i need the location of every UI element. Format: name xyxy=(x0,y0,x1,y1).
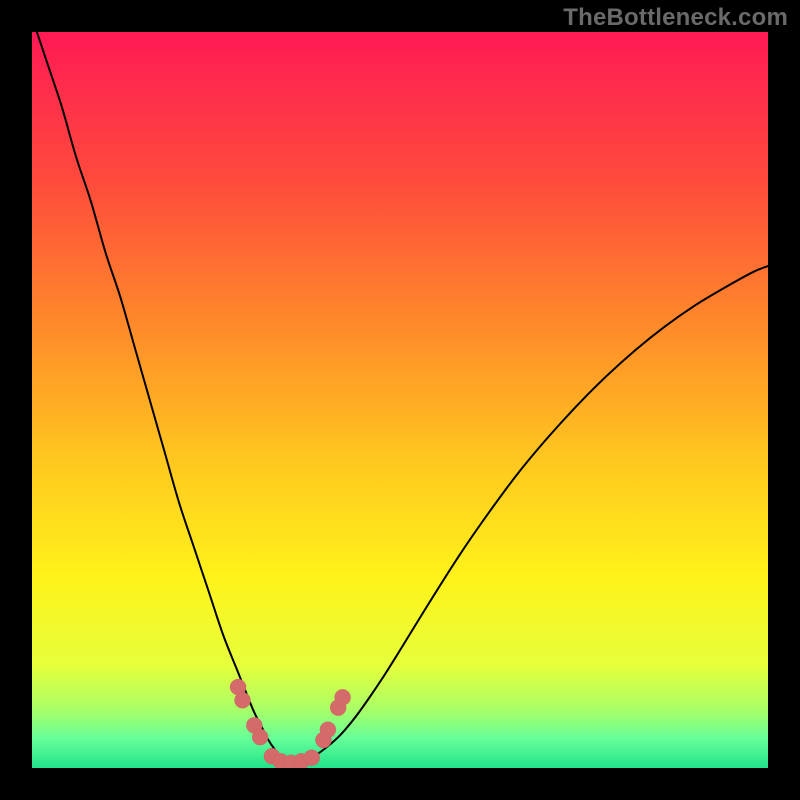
plot-area xyxy=(32,32,768,768)
marker-dot xyxy=(234,692,250,708)
gradient-background xyxy=(32,32,768,768)
chart-stage: TheBottleneck.com xyxy=(0,0,800,800)
marker-dot xyxy=(304,750,320,766)
watermark-text: TheBottleneck.com xyxy=(563,4,788,32)
marker-dot xyxy=(320,722,336,738)
marker-dot xyxy=(334,689,350,705)
chart-svg xyxy=(32,32,768,768)
marker-dot xyxy=(252,729,268,745)
